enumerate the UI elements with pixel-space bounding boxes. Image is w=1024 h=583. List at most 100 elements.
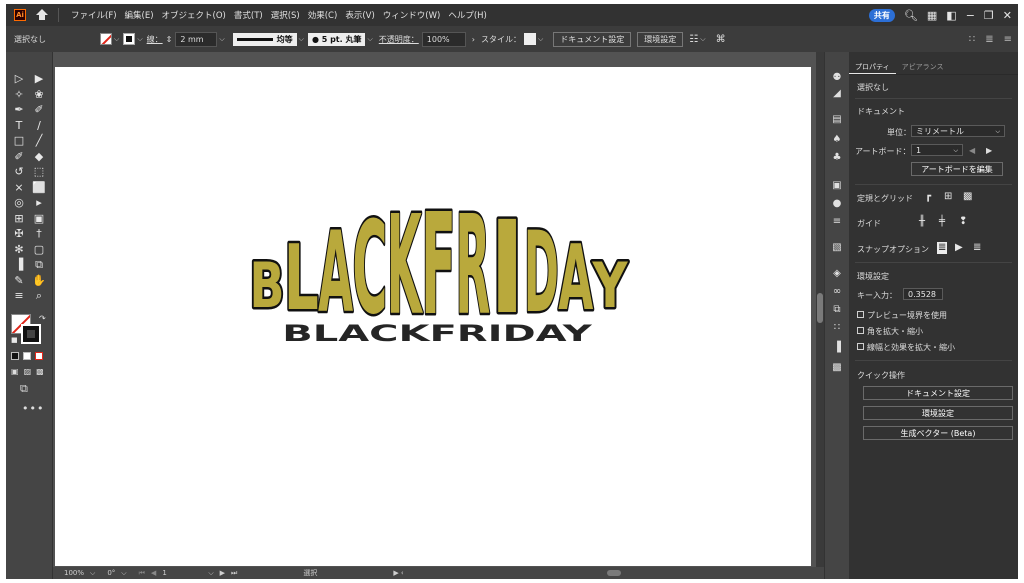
libraries-icon[interactable]: ▤ — [830, 114, 844, 126]
chevron-down-icon[interactable]: ⌵ — [137, 35, 142, 44]
home-icon[interactable] — [36, 9, 48, 21]
snap-icon[interactable]: ≣ — [985, 34, 993, 45]
tab-properties[interactable]: プロパティ — [849, 60, 896, 74]
magic-wand-tool-icon[interactable]: ✧ — [11, 88, 27, 104]
arrange-icon[interactable]: ☷ — [689, 34, 698, 45]
stroke-profile-select[interactable]: 均等 — [232, 32, 297, 46]
eyedropper-tool-icon[interactable]: ✠ — [11, 227, 27, 243]
rulers-icon[interactable]: ┏ — [925, 191, 931, 203]
pencil-tool-icon[interactable]: ✎ — [11, 274, 27, 290]
stroke-swatch[interactable] — [123, 33, 136, 45]
chevron-down-icon[interactable]: ⌵ — [367, 35, 372, 44]
smart-guides-icon[interactable]: ╪ — [939, 216, 945, 228]
links-icon[interactable]: ∞ — [830, 286, 844, 298]
fill-swatch[interactable] — [100, 33, 112, 45]
blend-tool-icon[interactable]: † — [31, 227, 47, 243]
preferences-button[interactable]: 環境設定 — [863, 406, 1013, 420]
menu-object[interactable]: オブジェクト(O) — [158, 9, 230, 21]
generative-vector-button[interactable]: 生成ベクター (Beta) — [863, 426, 1013, 440]
current-tool-label[interactable]: 選択 — [300, 568, 320, 578]
lasso-tool-icon[interactable]: ❀ — [31, 88, 47, 104]
shaper-tool-icon[interactable]: ✐ — [11, 150, 27, 166]
graph-tool-icon[interactable]: ▐ — [11, 258, 27, 274]
snap-to-glyph-icon[interactable]: ≣ — [973, 242, 981, 254]
color-guide-icon[interactable]: ⚉ — [830, 72, 844, 84]
default-colors-icon[interactable]: ■ — [11, 336, 18, 344]
brushes-icon[interactable]: ♠ — [830, 134, 844, 146]
draw-behind-icon[interactable]: ▨ — [24, 367, 32, 376]
transparency-grid-icon[interactable]: ▩ — [963, 191, 972, 203]
chevron-right-icon[interactable]: › — [472, 35, 475, 44]
preview-bounds-checkbox[interactable] — [857, 311, 864, 318]
appearance-icon[interactable]: ▣ — [830, 180, 844, 192]
artboard-number-input[interactable]: 1 — [159, 569, 205, 577]
symbol-sprayer-tool-icon[interactable]: ✻ — [11, 243, 27, 259]
none-mode-icon[interactable] — [35, 352, 43, 360]
scale-tool-icon[interactable]: ⬚ — [31, 165, 47, 181]
chevron-down-icon[interactable]: ⌵ — [205, 569, 216, 578]
tab-appearance[interactable]: アピアランス — [896, 60, 950, 74]
shape-builder-tool-icon[interactable]: ◎ — [11, 196, 27, 212]
share-button[interactable]: 共有 — [868, 8, 895, 22]
menu-type[interactable]: 書式(T) — [230, 9, 267, 21]
snap-to-point-icon[interactable]: ≣ — [937, 242, 948, 254]
recolor-icon[interactable]: ⌘ — [716, 34, 726, 45]
stroke-icon[interactable]: ≡ — [830, 216, 844, 228]
scale-strokes-checkbox[interactable] — [857, 343, 864, 350]
slice-tool-icon[interactable]: ⧉ — [31, 258, 47, 274]
brush-definition-select[interactable]: ● 5 pt. 丸筆 — [307, 32, 366, 46]
arrange-documents-icon[interactable]: ◧ — [946, 10, 956, 21]
black-friday-artwork[interactable]: BLACKFRIDAY BLACKFRIDAY — [245, 167, 630, 357]
panel-options-icon[interactable]: ∷ — [969, 34, 975, 45]
chevron-down-icon[interactable]: ⌵ — [87, 569, 98, 578]
last-artboard-icon[interactable]: ⏭ — [228, 569, 240, 578]
chevron-down-icon[interactable]: ⌵ — [114, 35, 119, 44]
pathfinder-icon[interactable]: ▩ — [830, 362, 844, 374]
artboard[interactable]: BLACKFRIDAY BLACKFRIDAY — [55, 67, 811, 566]
horizontal-scroll-thumb[interactable] — [606, 570, 621, 576]
zoom-tool-icon[interactable]: ⌕ — [31, 289, 47, 305]
draw-inside-icon[interactable]: ▩ — [36, 367, 44, 376]
status-arrow-icon[interactable]: ▶ ‹ — [390, 569, 406, 577]
rotation-select[interactable]: 0° — [104, 569, 118, 577]
menu-icon[interactable]: ≡ — [1004, 34, 1012, 45]
color-icon[interactable]: ◢ — [830, 88, 844, 100]
zoom-select[interactable]: 100% — [61, 569, 87, 577]
preferences-button[interactable]: 環境設定 — [637, 31, 684, 47]
menu-view[interactable]: 表示(V) — [341, 9, 378, 21]
key-increment-input[interactable]: 0.3528 m — [903, 288, 943, 300]
workspace-icon[interactable]: ▦ — [927, 10, 937, 21]
eraser-tool-icon[interactable]: ◆ — [31, 150, 47, 166]
graphic-styles-icon[interactable]: ● — [830, 198, 844, 210]
document-setup-button[interactable]: ドキュメント設定 — [553, 31, 632, 47]
mesh-tool-icon[interactable]: ⊞ — [11, 212, 27, 228]
draw-normal-icon[interactable]: ▣ — [11, 367, 19, 376]
minimize-icon[interactable]: − — [966, 10, 975, 21]
chevron-down-icon[interactable]: ⌵ — [299, 35, 304, 44]
close-icon[interactable]: ✕ — [1003, 10, 1012, 21]
pen-tool-icon[interactable]: ✒ — [11, 103, 27, 119]
selection-tool-icon[interactable]: ▷ — [11, 72, 27, 88]
menu-select[interactable]: 選択(S) — [267, 9, 304, 21]
first-artboard-icon[interactable]: ⏮ — [136, 569, 148, 578]
paintbrush-tool-icon[interactable]: ╱ — [31, 134, 47, 150]
transform-icon[interactable]: ∷ — [830, 322, 844, 334]
width-tool-icon[interactable]: ⨯ — [11, 181, 27, 197]
gradient-mode-icon[interactable] — [23, 352, 31, 360]
chevron-down-icon[interactable]: ⌵ — [118, 569, 129, 578]
opacity-input[interactable]: 100% — [421, 31, 466, 47]
style-swatch[interactable] — [523, 33, 536, 45]
stroke-color-box[interactable] — [21, 324, 41, 344]
previous-artboard-icon[interactable]: ◀ — [969, 146, 975, 155]
artboard-select[interactable]: 1 ⌵ — [911, 144, 963, 156]
grid-icon[interactable]: ⊞ — [944, 191, 952, 203]
snap-to-pixel-icon[interactable]: ▶ — [955, 242, 963, 254]
menu-window[interactable]: ウィンドウ(W) — [379, 9, 445, 21]
line-tool-icon[interactable]: ∕ — [31, 119, 47, 135]
stroke-label[interactable]: 線： — [147, 34, 163, 45]
swap-fill-stroke-icon[interactable]: ↷ — [39, 314, 46, 323]
opacity-label[interactable]: 不透明度： — [379, 34, 419, 45]
artboards-icon[interactable]: ⧉ — [830, 304, 844, 316]
chevron-down-icon[interactable]: ⌵ — [219, 35, 224, 44]
layers-icon[interactable]: ◈ — [830, 268, 844, 280]
